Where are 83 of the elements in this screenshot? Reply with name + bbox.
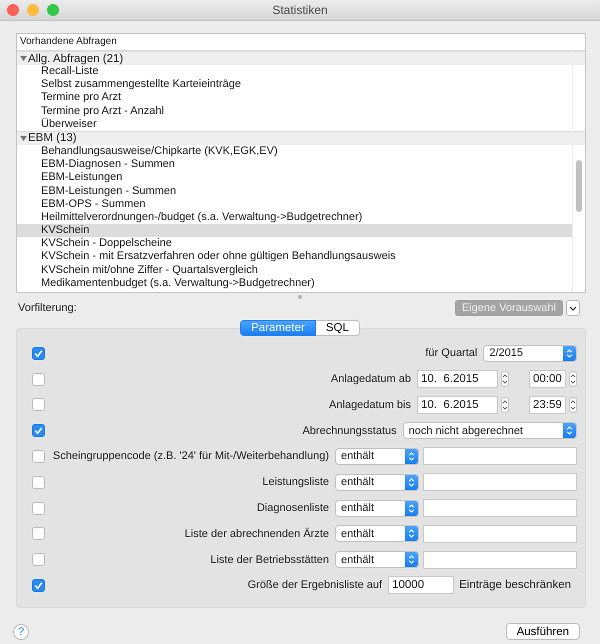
date-field[interactable]: 10. 6.2015 (417, 396, 498, 414)
query-item[interactable]: Überweiser (17, 118, 585, 131)
updown-arrows-icon (408, 554, 415, 566)
updown-arrows-icon (566, 425, 573, 436)
operator-dropdown[interactable]: enthält (335, 500, 419, 517)
group-label: EBM (13) (28, 132, 77, 144)
stepper-icon[interactable] (569, 396, 577, 414)
query-item[interactable]: KVSchein - Doppelscheine (17, 237, 585, 250)
value-field[interactable] (423, 447, 577, 466)
operator-dropdown[interactable]: enthält (335, 551, 419, 568)
group-header[interactable]: Allg. Abfragen (21) (17, 51, 585, 65)
checkbox[interactable] (32, 346, 45, 360)
checkbox[interactable] (32, 578, 45, 592)
prefilter-label: Vorfilterung: (18, 302, 77, 314)
operator-dropdown[interactable]: enthält (335, 448, 419, 465)
query-item[interactable]: Recall-Liste (17, 65, 585, 78)
value-field[interactable] (423, 550, 577, 569)
parameter-label: Liste der Betriebsstätten (210, 554, 329, 566)
parameter-label: Scheingruppencode (z.B. '24' für Mit-/Weiterbehandlung) (52, 450, 329, 462)
updown-arrows-icon (408, 476, 415, 488)
query-item[interactable]: KVSchein - mit Ersatzverfahren oder ohne gültigen Behandlungsausweis (17, 250, 585, 264)
scrollbar-thumb[interactable] (576, 160, 582, 212)
parameter-label: Diagnosenliste (256, 502, 329, 514)
minimize-button[interactable] (27, 4, 39, 16)
dropdown[interactable]: noch nicht abgerechnet (402, 422, 577, 440)
checkbox[interactable] (32, 424, 45, 438)
run-button[interactable]: Ausführen (506, 623, 580, 640)
limit-field[interactable]: 10000 (388, 576, 454, 594)
operator-dropdown[interactable]: enthält (335, 525, 419, 542)
zoom-button[interactable] (47, 4, 59, 16)
date-field[interactable]: 10. 6.2015 (417, 370, 498, 388)
query-item[interactable]: EBM-Leistungen (17, 171, 585, 184)
query-item[interactable]: Heilmittelverordnungen-/budget (s.a. Verwaltung->Budgetrechner) (17, 210, 585, 224)
query-item[interactable]: KVSchein (17, 224, 572, 238)
value-field[interactable] (423, 473, 577, 492)
value-field[interactable] (423, 499, 577, 518)
caret-icon (569, 306, 577, 310)
suffix-label: Einträge beschränken (459, 579, 571, 592)
query-item[interactable]: Behandlungsausweise/Chipkarte (KVK,EGK,EV) (17, 144, 585, 158)
stepper-icon[interactable] (569, 370, 577, 388)
query-item[interactable]: EBM-Leistungen - Summen (17, 184, 585, 198)
stepper-icon[interactable] (501, 396, 509, 414)
checkbox[interactable] (32, 450, 45, 463)
query-item[interactable]: Termine pro Arzt (17, 91, 585, 105)
stepper-icon[interactable] (501, 370, 509, 388)
dropdown-button[interactable] (566, 300, 580, 316)
parameter-label: Liste der abrechnenden Ärzte (184, 528, 329, 540)
checkbox[interactable] (32, 553, 45, 566)
checkbox[interactable] (32, 502, 45, 515)
window-title: Statistiken (272, 3, 328, 17)
parameter-label: Anlagedatum bis (329, 398, 411, 411)
parameter-label: Leistungsliste (262, 476, 329, 488)
updown-arrows-icon (408, 502, 415, 514)
splitter-handle[interactable] (298, 295, 302, 299)
query-item[interactable]: EBM-Diagnosen - Summen (17, 158, 585, 172)
parameter-label: Abrechnungsstatus (302, 424, 397, 437)
parameter-label: Größe der Ergebnisliste auf (248, 579, 382, 592)
dropdown[interactable]: 2/2015 (483, 344, 577, 362)
time-field[interactable]: 00:00 (529, 370, 566, 388)
updown-arrows-icon (408, 528, 415, 540)
checkbox[interactable] (32, 527, 45, 540)
tab[interactable]: SQL (316, 320, 360, 336)
close-button[interactable] (7, 4, 19, 16)
updown-arrows-icon (408, 450, 415, 462)
help-button[interactable]: ? (13, 624, 29, 640)
query-item[interactable]: Termine pro Arzt - Anzahl (17, 104, 585, 118)
group-header[interactable]: EBM (13) (17, 130, 585, 145)
checkbox[interactable] (32, 372, 45, 386)
group-label: Allg. Abfragen (21) (28, 52, 124, 64)
parameter-label: für Quartal (425, 347, 478, 360)
operator-dropdown[interactable]: enthält (335, 474, 419, 491)
query-item[interactable]: EBM-OPS - Summen (17, 198, 585, 211)
value-field[interactable] (423, 524, 577, 543)
query-item[interactable]: Selbst zusammengestellte Karteieinträge (17, 78, 585, 92)
updown-arrows-icon (566, 348, 573, 359)
checkbox[interactable] (32, 398, 45, 412)
time-field[interactable]: 23:59 (529, 396, 566, 414)
checkbox[interactable] (32, 476, 45, 489)
disclosure-triangle-icon[interactable] (20, 55, 27, 62)
query-item[interactable]: KVSchein mit/ohne Ziffer - Quartalsvergleich (17, 264, 585, 277)
parameter-label: Anlagedatum ab (330, 373, 411, 386)
query-item[interactable]: Medikamentenbudget (s.a. Verwaltung->Budgetrechner) (17, 276, 585, 290)
disclosure-triangle-icon[interactable] (20, 134, 27, 142)
